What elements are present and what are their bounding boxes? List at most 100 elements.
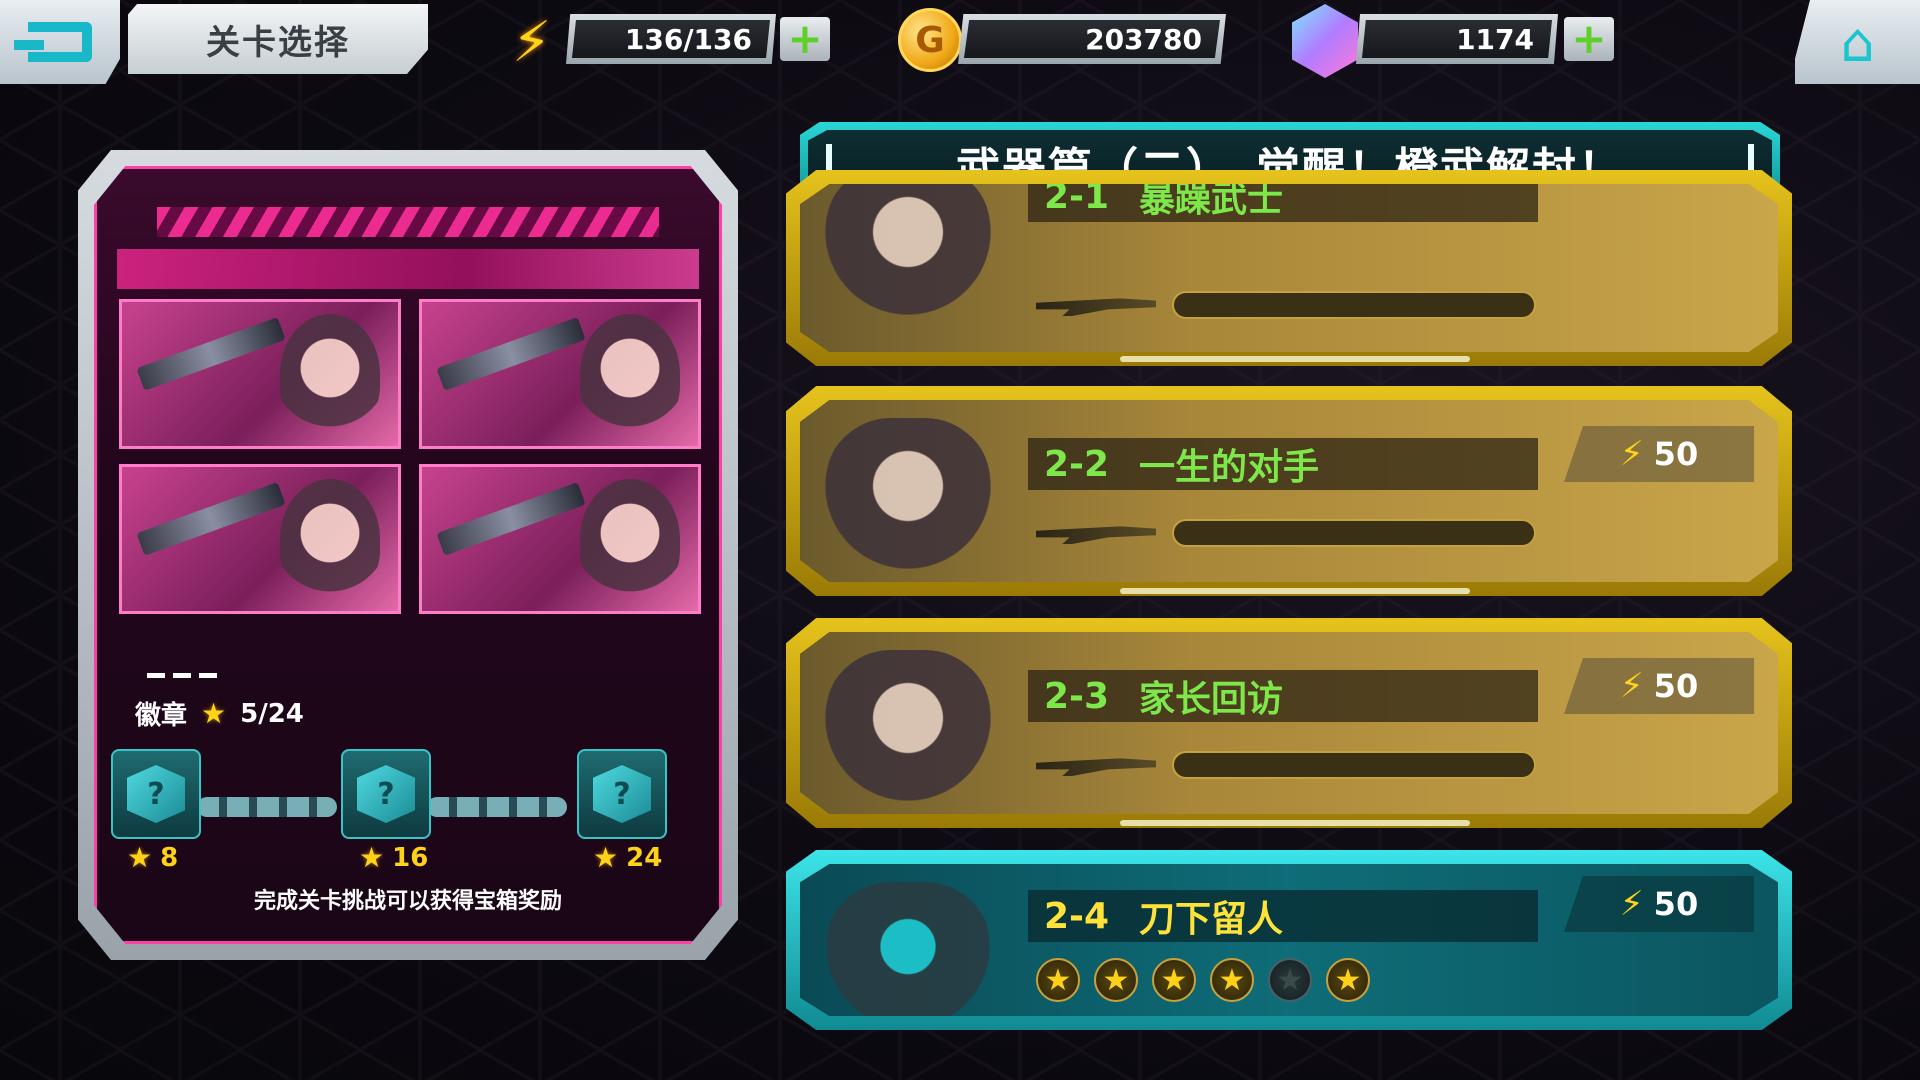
reward-chest-1[interactable]: ? bbox=[111, 749, 201, 839]
stage-cost: ⚡ 50 bbox=[1564, 876, 1754, 932]
decorative-band bbox=[117, 249, 699, 289]
gold-value: 203780 bbox=[964, 20, 1220, 58]
rifle-icon bbox=[1036, 758, 1156, 776]
chest-2-stars: 16 bbox=[392, 842, 429, 873]
gold-coin-icon: G bbox=[898, 8, 962, 72]
stamina-counter: 136/136 bbox=[566, 14, 776, 64]
character-portrait-4 bbox=[419, 464, 701, 614]
stage-avatar bbox=[824, 184, 992, 334]
star-earned-icon: ★ bbox=[1094, 958, 1138, 1002]
chest-3-requirement: ★ 24 bbox=[593, 841, 662, 874]
stage-code: 2-3 bbox=[1044, 675, 1110, 717]
stage-avatar bbox=[824, 882, 992, 1016]
stamina-value: 136/136 bbox=[572, 20, 770, 58]
stage-frame: 2-1 暴躁武士 bbox=[800, 184, 1778, 352]
stage-code: 2-2 bbox=[1044, 443, 1110, 485]
chest-1-requirement: ★ 8 bbox=[127, 841, 178, 874]
stage-weapon-row bbox=[1036, 748, 1536, 782]
stage-card-2-3[interactable]: 2-3 家长回访 ⚡ 50 bbox=[786, 618, 1792, 828]
stage-code: 2-4 bbox=[1044, 895, 1110, 937]
back-arrow-icon bbox=[14, 22, 92, 62]
gold-counter: 203780 bbox=[958, 14, 1226, 64]
rifle-icon bbox=[1036, 526, 1156, 544]
mystery-box-icon: ? bbox=[357, 765, 415, 823]
stage-avatar bbox=[824, 650, 992, 814]
back-button[interactable] bbox=[0, 0, 120, 84]
stage-name: 暴躁武士 bbox=[1139, 179, 1284, 220]
stage-frame: 2-2 一生的对手 ⚡ 50 bbox=[800, 400, 1778, 582]
stage-name-bar: 2-2 一生的对手 bbox=[1028, 438, 1538, 490]
stage-progress-bar bbox=[1172, 291, 1536, 319]
chapter-info-panel: 徽章 ★ 5/24 ? ? ? ★ 8 ★ 16 ★ 24 完成关卡挑战可以获得… bbox=[78, 150, 738, 960]
character-portrait-3 bbox=[119, 464, 401, 614]
lightning-icon: ⚡ bbox=[1619, 666, 1644, 706]
home-button[interactable]: ⌂ bbox=[1795, 0, 1920, 84]
stage-name-bar: 2-1 暴躁武士 bbox=[1028, 175, 1538, 222]
star-icon: ★ bbox=[593, 841, 619, 874]
stage-code: 2-1 bbox=[1044, 175, 1110, 217]
stage-frame: 2-4 刀下留人 ★ ★ ★ ★ ★ ★ ⚡ 50 bbox=[800, 864, 1778, 1016]
claw-image bbox=[136, 482, 286, 556]
star-earned-icon: ★ bbox=[1210, 958, 1254, 1002]
mystery-box-icon: ? bbox=[593, 765, 651, 823]
stage-progress-bar bbox=[1172, 751, 1536, 779]
stage-card-2-2[interactable]: 2-2 一生的对手 ⚡ 50 bbox=[786, 386, 1792, 596]
decorative-dashes bbox=[147, 673, 217, 678]
stage-star-rating: ★ ★ ★ ★ ★ ★ bbox=[1036, 958, 1370, 1002]
chest-chain-1 bbox=[197, 797, 337, 817]
divider-glow bbox=[1120, 356, 1470, 362]
rifle-icon bbox=[1036, 298, 1156, 316]
chapter-info-inner: 徽章 ★ 5/24 ? ? ? ★ 8 ★ 16 ★ 24 完成关卡挑战可以获得… bbox=[94, 166, 722, 944]
stage-name: 一生的对手 bbox=[1139, 447, 1320, 488]
reward-chest-2[interactable]: ? bbox=[341, 749, 431, 839]
stage-card-2-1[interactable]: 2-1 暴躁武士 bbox=[786, 170, 1792, 366]
stage-weapon-row bbox=[1036, 288, 1536, 322]
stage-cost-value: 50 bbox=[1653, 885, 1699, 923]
star-icon: ★ bbox=[201, 697, 227, 730]
badge-progress: 徽章 ★ 5/24 bbox=[135, 695, 304, 732]
star-earned-icon: ★ bbox=[1152, 958, 1196, 1002]
character-portrait-1 bbox=[119, 299, 401, 449]
page-title: 关卡选择 bbox=[128, 4, 428, 74]
add-stamina-button[interactable]: + bbox=[780, 17, 830, 61]
top-bar: 关卡选择 ⚡ 136/136 + G 203780 1174 + ⌂ bbox=[0, 0, 1920, 90]
stage-name: 家长回访 bbox=[1139, 679, 1284, 720]
badge-label: 徽章 bbox=[135, 701, 188, 731]
chest-2-requirement: ★ 16 bbox=[359, 841, 428, 874]
star-empty-icon: ★ bbox=[1268, 958, 1312, 1002]
character-portrait-2 bbox=[419, 299, 701, 449]
stage-cost: ⚡ 50 bbox=[1564, 658, 1754, 714]
stage-progress-bar bbox=[1172, 519, 1536, 547]
badge-count: 5/24 bbox=[240, 698, 304, 729]
stage-name-bar: 2-4 刀下留人 bbox=[1028, 890, 1538, 942]
reward-chest-3[interactable]: ? bbox=[577, 749, 667, 839]
gem-icon bbox=[1292, 4, 1358, 78]
stage-avatar bbox=[824, 418, 992, 582]
stage-card-2-4[interactable]: 2-4 刀下留人 ★ ★ ★ ★ ★ ★ ⚡ 50 bbox=[786, 850, 1792, 1030]
blade-image bbox=[136, 317, 286, 391]
stage-weapon-row bbox=[1036, 516, 1536, 550]
divider-glow bbox=[1120, 820, 1470, 826]
stage-cost-value: 50 bbox=[1653, 435, 1699, 473]
mystery-box-icon: ? bbox=[127, 765, 185, 823]
gem-counter: 1174 bbox=[1356, 14, 1558, 64]
divider-glow bbox=[1120, 588, 1470, 594]
chest-hint: 完成关卡挑战可以获得宝箱奖励 bbox=[253, 889, 562, 914]
chest-3-stars: 24 bbox=[626, 842, 663, 873]
star-earned-icon: ★ bbox=[1326, 958, 1370, 1002]
stage-name: 刀下留人 bbox=[1139, 899, 1284, 940]
gem-value: 1174 bbox=[1362, 20, 1552, 58]
stage-cost: ⚡ 50 bbox=[1564, 426, 1754, 482]
decorative-stripe bbox=[157, 207, 659, 237]
star-icon: ★ bbox=[127, 841, 153, 874]
star-earned-icon: ★ bbox=[1036, 958, 1080, 1002]
add-gems-button[interactable]: + bbox=[1564, 17, 1614, 61]
rifle-image bbox=[436, 317, 586, 391]
lightning-icon: ⚡ bbox=[512, 10, 552, 75]
lightning-icon: ⚡ bbox=[1619, 884, 1644, 924]
stage-frame: 2-3 家长回访 ⚡ 50 bbox=[800, 632, 1778, 814]
home-icon: ⌂ bbox=[1840, 10, 1875, 74]
chest-chain-2 bbox=[427, 797, 567, 817]
star-icon: ★ bbox=[359, 841, 385, 874]
chest-1-stars: 8 bbox=[160, 842, 179, 873]
